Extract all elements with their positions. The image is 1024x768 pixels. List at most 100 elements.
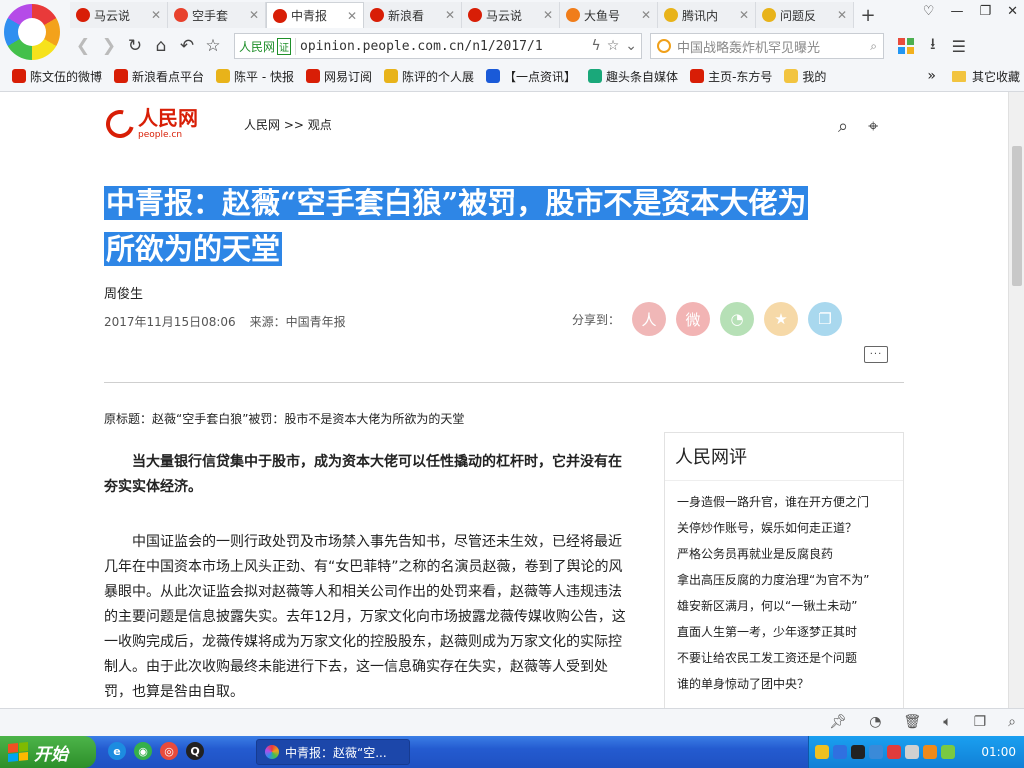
close-tab-icon[interactable]: ✕ <box>347 9 357 23</box>
bookmarks-more-button[interactable]: » <box>927 68 936 84</box>
download-icon[interactable]: ⭳ <box>930 33 936 60</box>
sidebar-link[interactable]: 直面人生第一考，少年逐梦正其时 <box>677 619 891 645</box>
comment-icon[interactable]: ··· <box>864 346 888 363</box>
taskbar-window-button[interactable]: 中青报：赵薇“空... <box>256 739 410 765</box>
start-button[interactable]: 开始 <box>0 736 96 768</box>
bookmark-star-icon[interactable]: ☆ <box>607 38 620 54</box>
breadcrumb[interactable]: 人民网 >> 观点 <box>244 116 332 133</box>
url-text[interactable]: opinion.people.com.cn/n1/2017/1 <box>300 39 587 54</box>
sidebar-link[interactable]: 谁的单身惊动了团中央？ <box>677 671 891 697</box>
search-input[interactable]: 中国战略轰炸机罕见曝光 <box>677 37 864 56</box>
bookmark-item[interactable]: 陈评的个人展 <box>378 68 480 85</box>
skin-icon[interactable]: ♡ <box>923 4 935 19</box>
tab-label: 马云说 <box>94 8 131 23</box>
browser-tab[interactable]: 问题反 ✕ <box>756 2 854 28</box>
close-tab-icon[interactable]: ✕ <box>739 8 749 22</box>
people-share-icon[interactable]: 人 <box>632 302 667 336</box>
360-browser-icon[interactable]: ◎ <box>160 742 178 760</box>
bookmark-item[interactable]: 陈平 - 快报 <box>210 68 300 85</box>
reload-button[interactable]: ↻ <box>122 33 148 59</box>
sidebar-link[interactable]: 不要让给农民工发工资还是个问题 <box>677 645 891 671</box>
site-certificate[interactable]: 人民网 证 <box>239 37 297 55</box>
close-window-button[interactable]: ✕ <box>1007 4 1018 19</box>
copy-share-icon[interactable]: ❐ <box>808 302 843 336</box>
wechat-share-icon[interactable]: ◔ <box>720 302 755 336</box>
forward-button[interactable]: ❯ <box>96 33 122 59</box>
sidebar-link[interactable]: 严格公务员再就业是反腐良药 <box>677 541 891 567</box>
chevron-down-icon[interactable]: ⌄ <box>625 38 637 54</box>
headline-line-1: 中青报：赵薇“空手套白狼”被罚，股市不是资本大佬为 <box>104 186 809 220</box>
undo-close-button[interactable]: ↶ <box>174 33 200 59</box>
back-button[interactable]: ❮ <box>70 33 96 59</box>
browser-tab[interactable]: 马云说 ✕ <box>462 2 560 28</box>
volume-icon[interactable]: 🔈︎ <box>943 714 951 730</box>
bookmark-label: 趣头条自媒体 <box>606 69 679 84</box>
bookmark-item[interactable]: 我的 <box>778 68 832 85</box>
new-tab-button[interactable]: + <box>854 2 882 28</box>
bookmark-item[interactable]: 新浪看点平台 <box>108 68 210 85</box>
menu-icon[interactable]: ☰ <box>952 37 966 56</box>
web-page: 人民网 people.cn 人民网 >> 观点 ⌕ ⌖ 中青报：赵薇“空手套白狼… <box>0 92 1008 708</box>
window-icon[interactable]: ❐ <box>974 714 987 730</box>
vertical-scrollbar[interactable] <box>1008 92 1024 708</box>
browser-logo-icon[interactable] <box>4 4 60 60</box>
close-tab-icon[interactable]: ✕ <box>543 8 553 22</box>
speed-icon[interactable]: ◔ <box>869 714 881 730</box>
browser-tab[interactable]: 空手套 ✕ <box>168 2 266 28</box>
bookmark-label: 网易订阅 <box>324 69 373 84</box>
tray-volume-icon[interactable] <box>905 745 919 759</box>
ie-icon[interactable]: e <box>108 742 126 760</box>
sidebar-link[interactable]: 关停炒作账号，娱乐如何走正道？ <box>677 515 891 541</box>
sidebar-link[interactable]: 雄安新区满月，何以“一锹土未动” <box>677 593 891 619</box>
bookmark-item[interactable]: 主页-东方号 <box>684 68 778 85</box>
qq-icon[interactable]: Q <box>186 742 204 760</box>
close-tab-icon[interactable]: ✕ <box>445 8 455 22</box>
green-browser-icon[interactable]: ◉ <box>134 742 152 760</box>
favorite-star-button[interactable]: ☆ <box>200 33 226 59</box>
location-pin-icon[interactable]: ⌖ <box>868 116 878 137</box>
weibo-share-icon[interactable]: 微 <box>676 302 711 336</box>
bookmarks-bar-right: » 其它收藏 <box>927 64 1020 88</box>
tray-qq-icon[interactable] <box>851 745 865 759</box>
trash-icon[interactable]: 🗑︎ <box>903 714 921 730</box>
scrollbar-thumb[interactable] <box>1012 146 1022 286</box>
search-icon[interactable]: ⌕ <box>870 39 877 54</box>
bookmark-item[interactable]: 网易订阅 <box>300 68 378 85</box>
tray-red-icon[interactable] <box>887 745 901 759</box>
bookmark-item[interactable]: 【一点资讯】 <box>480 68 582 85</box>
zoom-icon[interactable]: ⌕ <box>1008 714 1016 730</box>
tray-keyboard-icon[interactable] <box>869 745 883 759</box>
address-bar[interactable]: 人民网 证 opinion.people.com.cn/n1/2017/1 ϟ … <box>234 33 642 59</box>
tray-shield-icon[interactable] <box>923 745 937 759</box>
system-clock[interactable]: 01:00 <box>981 745 1024 759</box>
browser-tab[interactable]: 新浪看 ✕ <box>364 2 462 28</box>
close-tab-icon[interactable]: ✕ <box>249 8 259 22</box>
browser-tab[interactable]: 马云说 ✕ <box>70 2 168 28</box>
close-tab-icon[interactable]: ✕ <box>641 8 651 22</box>
close-tab-icon[interactable]: ✕ <box>151 8 161 22</box>
browser-tab[interactable]: 腾讯内 ✕ <box>658 2 756 28</box>
home-button[interactable]: ⌂ <box>148 33 174 59</box>
maximize-button[interactable]: ❐ <box>979 4 991 19</box>
browser-tab[interactable]: 大鱼号 ✕ <box>560 2 658 28</box>
close-tab-icon[interactable]: ✕ <box>837 8 847 22</box>
bookmark-icon <box>12 69 26 83</box>
search-icon[interactable]: ⌕ <box>838 116 848 137</box>
pin-icon[interactable]: 📌︎ <box>829 714 847 730</box>
sidebar-link[interactable]: 拿出高压反腐的力度治理“为官不为” <box>677 567 891 593</box>
bookmark-item[interactable]: 趣头条自媒体 <box>582 68 684 85</box>
tray-network-icon[interactable] <box>941 745 955 759</box>
lightning-icon[interactable]: ϟ <box>591 38 600 54</box>
tray-input-icon[interactable] <box>815 745 829 759</box>
apps-grid-icon[interactable] <box>898 38 914 54</box>
bookmark-item[interactable]: 陈文伍的微博 <box>6 68 108 85</box>
tray-bluetooth-icon[interactable] <box>833 745 847 759</box>
sidebar-link[interactable]: 一身造假一路升官，谁在开方便之门 <box>677 489 891 515</box>
browser-tab[interactable]: 中青报 ✕ <box>266 2 364 28</box>
site-logo[interactable]: 人民网 people.cn <box>100 104 198 144</box>
search-engine-icon[interactable] <box>657 39 671 53</box>
search-box[interactable]: 中国战略轰炸机罕见曝光 ⌕ <box>650 33 884 59</box>
minimize-button[interactable]: — <box>950 4 963 19</box>
qzone-share-icon[interactable]: ★ <box>764 302 799 336</box>
other-bookmarks[interactable]: 其它收藏 <box>972 68 1020 85</box>
